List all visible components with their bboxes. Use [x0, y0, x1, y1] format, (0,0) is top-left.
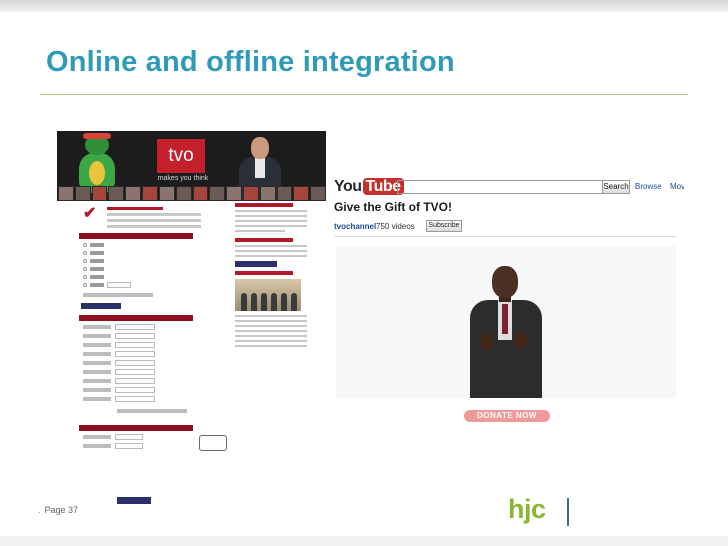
checkmark-icon: ✔: [83, 205, 97, 222]
section-header-billing: [79, 315, 193, 321]
make-monthly-gift-button[interactable]: [81, 303, 121, 309]
video-count: 750 videos: [376, 222, 415, 231]
footer-bar: [0, 536, 728, 546]
youtube-logo: You Tube: [334, 178, 404, 196]
title-divider: [40, 94, 688, 95]
tvo-sidebar: [235, 203, 307, 350]
make-monthly-gift-link[interactable]: [235, 261, 277, 267]
tvo-banner: tvo makes you think: [57, 131, 326, 201]
channel-name[interactable]: tvochannel: [334, 222, 376, 231]
tvo-tagline: makes you think: [157, 175, 209, 182]
section-header-payment: [79, 425, 193, 431]
logo-divider: [567, 498, 569, 526]
group-photo: [235, 279, 301, 311]
donate-now-button[interactable]: DONATE NOW: [464, 410, 550, 422]
top-header-bar: [0, 0, 728, 12]
header-divider: [334, 236, 676, 237]
search-button[interactable]: Search: [602, 180, 630, 194]
search-input[interactable]: [397, 180, 603, 194]
donate-submit-button[interactable]: [117, 497, 151, 504]
nav-movies[interactable]: Mov: [670, 182, 684, 191]
tvo-logo: tvo: [157, 139, 205, 173]
page-number: Page 37: [38, 505, 79, 515]
intro-text-block: [107, 207, 201, 229]
section-header-gift: [79, 233, 193, 239]
nav-browse[interactable]: Browse: [635, 182, 662, 191]
tvo-donation-page-screenshot: tvo makes you think ✔: [57, 131, 326, 504]
hjc-logo: hjc: [508, 494, 546, 524]
program-thumbnail-strip: [57, 186, 326, 201]
security-badge-icon: [199, 435, 227, 451]
slide-title: Online and offline integration: [46, 46, 455, 78]
spokesperson-figure: [466, 266, 546, 398]
youtube-channel-screenshot: You Tube Search Browse Mov Give the Gift …: [326, 174, 684, 458]
donation-form: ✔: [79, 203, 201, 504]
channel-headline: Give the Gift of TVO!: [334, 200, 453, 214]
subscribe-button[interactable]: Subscribe: [426, 220, 462, 232]
